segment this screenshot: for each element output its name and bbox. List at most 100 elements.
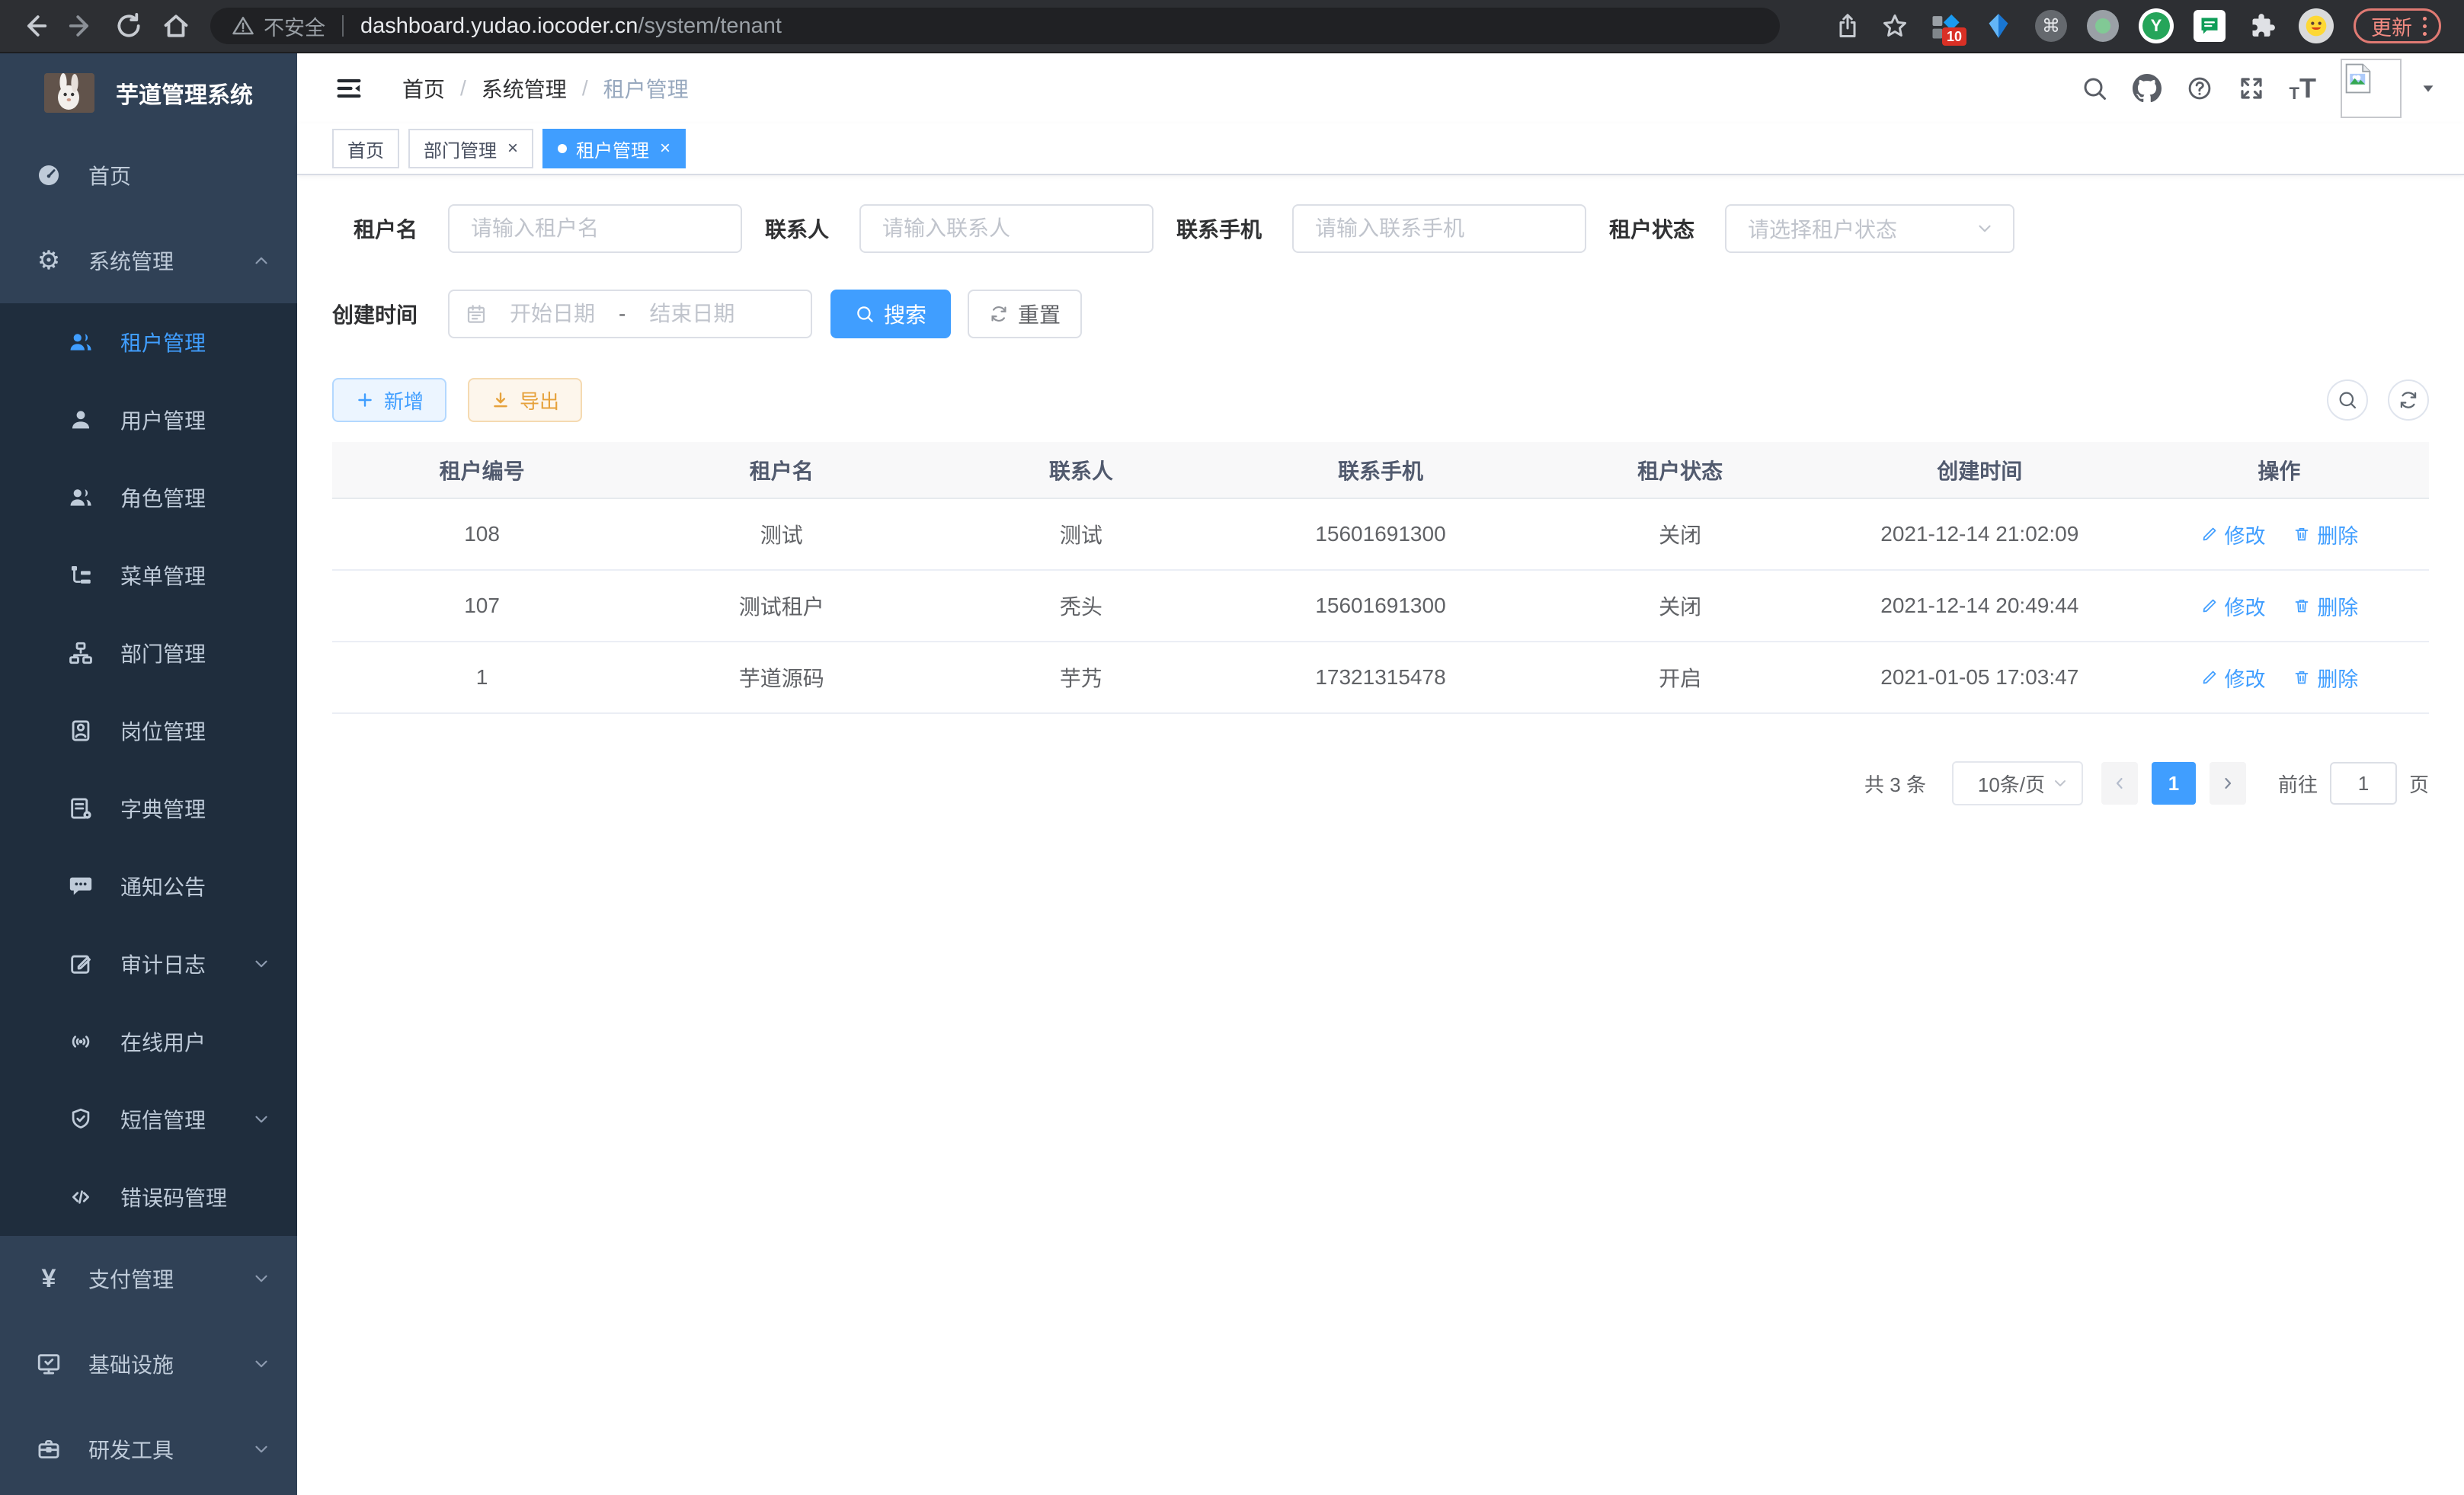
mobile-input[interactable] <box>1292 204 1586 253</box>
chrome-menu-icon[interactable] <box>2423 17 2427 36</box>
sidebar-item-role[interactable]: 角色管理 <box>0 459 297 536</box>
delete-link[interactable]: 删除 <box>2293 591 2358 621</box>
status-value: 关闭 <box>1531 498 1830 570</box>
edit-link[interactable]: 修改 <box>2200 591 2266 621</box>
refresh-icon <box>989 304 1009 324</box>
sidebar-item-sms[interactable]: 短信管理 <box>0 1080 297 1158</box>
sidebar-item-dict[interactable]: 字典管理 <box>0 770 297 847</box>
export-button[interactable]: 导出 <box>468 378 582 422</box>
sidebar-item-notice[interactable]: 通知公告 <box>0 847 297 925</box>
sidebar-item-system[interactable]: ⚙ 系统管理 <box>0 218 297 303</box>
monitor-icon <box>34 1351 64 1377</box>
extension-emoji-icon[interactable] <box>2299 8 2334 43</box>
avatar[interactable] <box>2341 59 2402 118</box>
reset-button[interactable]: 重置 <box>968 290 1082 338</box>
edit-link[interactable]: 修改 <box>2200 520 2266 549</box>
github-icon[interactable] <box>2133 74 2162 103</box>
extension-tag-manager-icon[interactable]: 10 <box>1928 9 1962 43</box>
help-icon[interactable] <box>2186 75 2213 102</box>
address-bar[interactable]: 不安全 dashboard.yudao.iocoder.cn/system/te… <box>210 8 1780 44</box>
status-select[interactable]: 请选择租户状态 <box>1725 204 2014 253</box>
fullscreen-icon[interactable] <box>2238 75 2265 102</box>
sidebar-item-devtools[interactable]: 研发工具 <box>0 1407 297 1492</box>
reload-icon[interactable] <box>105 5 152 47</box>
chevron-down-icon <box>251 1439 271 1459</box>
edit-link[interactable]: 修改 <box>2200 663 2266 693</box>
toggle-search-icon[interactable] <box>2327 379 2368 421</box>
extension-kite-icon[interactable] <box>1982 9 2015 43</box>
active-dot <box>558 144 567 153</box>
chevron-down-icon <box>251 954 271 974</box>
trash-icon <box>2293 597 2311 615</box>
refresh-table-icon[interactable] <box>2388 379 2429 421</box>
tab-tenant[interactable]: 租户管理 × <box>542 129 686 168</box>
end-date-input[interactable] <box>627 302 757 326</box>
sidebar-item-error-code[interactable]: 错误码管理 <box>0 1158 297 1236</box>
pagination: 共 3 条 10条/页 1 前往 页 <box>332 761 2429 805</box>
sidebar-item-menu[interactable]: 菜单管理 <box>0 536 297 614</box>
next-page-button[interactable] <box>2210 762 2246 805</box>
sidebar: 芋道管理系统 首页 ⚙ 系统管理 租户管理 用户管理 <box>0 53 297 1495</box>
url-text[interactable]: dashboard.yudao.iocoder.cn/system/tenant <box>360 14 782 39</box>
page-1-button[interactable]: 1 <box>2152 762 2196 805</box>
bookmark-star-icon[interactable] <box>1881 12 1909 40</box>
search-button[interactable]: 搜索 <box>830 290 951 338</box>
sidebar-item-infra[interactable]: 基础设施 <box>0 1321 297 1407</box>
sidebar-item-user[interactable]: 用户管理 <box>0 381 297 459</box>
message-icon <box>66 873 96 899</box>
extension-y-icon[interactable]: Y <box>2139 8 2174 43</box>
header-search-icon[interactable] <box>2081 75 2108 102</box>
extensions-puzzle-icon[interactable] <box>2245 9 2279 43</box>
sidebar-item-post[interactable]: 岗位管理 <box>0 692 297 770</box>
calendar-icon <box>465 303 488 325</box>
share-icon[interactable] <box>1834 12 1861 40</box>
extension-command-icon[interactable]: ⌘ <box>2035 10 2067 42</box>
contact-label: 联系人 <box>765 213 829 244</box>
url-divider <box>342 15 344 37</box>
app-logo-row[interactable]: 芋道管理系统 <box>0 53 297 133</box>
goto-page-input[interactable] <box>2330 762 2397 805</box>
sidebar-item-online-users[interactable]: 在线用户 <box>0 1003 297 1080</box>
app-title: 芋道管理系统 <box>116 76 253 110</box>
close-icon[interactable]: × <box>660 139 670 158</box>
code-icon <box>66 1184 96 1210</box>
back-icon[interactable] <box>11 5 58 47</box>
delete-link[interactable]: 删除 <box>2293 520 2358 549</box>
signal-icon <box>66 1029 96 1055</box>
date-range-picker[interactable]: - <box>448 290 812 338</box>
col-tenant-name: 租户名 <box>632 442 931 498</box>
dashboard-icon <box>34 162 64 188</box>
contact-input[interactable] <box>859 204 1154 253</box>
create-time-label: 创建时间 <box>332 299 418 329</box>
prev-page-button[interactable] <box>2101 762 2138 805</box>
sidebar-item-dept[interactable]: 部门管理 <box>0 614 297 692</box>
font-size-icon[interactable]: TT <box>2290 75 2316 102</box>
extension-chat-icon[interactable] <box>2194 10 2226 42</box>
tab-home[interactable]: 首页 <box>332 129 399 168</box>
add-button[interactable]: 新增 <box>332 378 446 422</box>
chrome-update-button[interactable]: 更新 <box>2354 8 2441 43</box>
breadcrumb-home[interactable]: 首页 <box>402 73 445 104</box>
delete-link[interactable]: 删除 <box>2293 663 2358 693</box>
toolbox-icon <box>34 1436 64 1462</box>
sidebar-item-home[interactable]: 首页 <box>0 133 297 218</box>
browser-chrome: 不安全 dashboard.yudao.iocoder.cn/system/te… <box>0 0 2464 53</box>
extension-recorder-icon[interactable] <box>2087 10 2119 42</box>
trash-icon <box>2293 525 2311 543</box>
close-icon[interactable]: × <box>507 139 518 158</box>
sidebar-item-tenant[interactable]: 租户管理 <box>0 303 297 381</box>
security-label[interactable]: 不安全 <box>264 11 325 41</box>
page-size-select[interactable]: 10条/页 <box>1952 761 2083 805</box>
tab-dept[interactable]: 部门管理 × <box>408 129 533 168</box>
site-warning-icon[interactable] <box>232 14 254 37</box>
table-row: 1 芋道源码 芋艿 17321315478 开启 2021-01-05 17:0… <box>332 642 2429 713</box>
breadcrumb-system[interactable]: 系统管理 <box>482 73 567 104</box>
home-icon[interactable] <box>152 5 200 47</box>
sidebar-item-payment[interactable]: ¥ 支付管理 <box>0 1236 297 1321</box>
tenant-name-input[interactable] <box>448 204 742 253</box>
sidebar-item-audit-log[interactable]: 审计日志 <box>0 925 297 1003</box>
forward-icon[interactable] <box>58 5 105 47</box>
start-date-input[interactable] <box>488 302 617 326</box>
sidebar-collapse-icon[interactable] <box>334 73 364 104</box>
avatar-caret-icon[interactable] <box>2420 80 2437 97</box>
